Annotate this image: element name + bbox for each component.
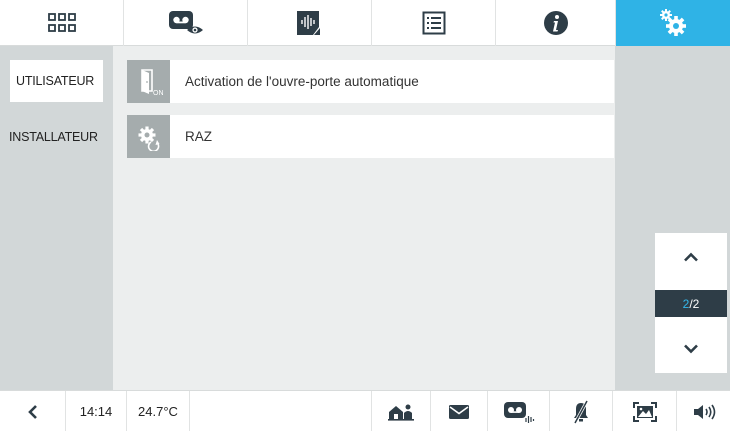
top-tab-bar bbox=[0, 0, 730, 46]
list-item-raz[interactable]: RAZ bbox=[127, 115, 614, 158]
gear-reset-icon bbox=[127, 115, 170, 158]
page-indicator: 2/2 bbox=[655, 290, 727, 317]
list-item-label: RAZ bbox=[185, 129, 212, 144]
page-up-button[interactable] bbox=[655, 233, 727, 281]
volume-button[interactable] bbox=[677, 391, 730, 431]
sidebar-item-utilisateur[interactable]: UTILISATEUR bbox=[10, 60, 103, 102]
videomail-view-icon bbox=[168, 11, 203, 34]
tab-settings[interactable] bbox=[616, 0, 730, 46]
picture-frame-icon bbox=[632, 401, 657, 422]
videomail-button[interactable] bbox=[488, 391, 550, 431]
tab-info[interactable] bbox=[496, 0, 616, 46]
clock-time: 14:14 bbox=[79, 404, 113, 419]
sidebar-item-installateur[interactable]: INSTALLATEUR bbox=[9, 116, 103, 158]
tab-audio-memo[interactable] bbox=[248, 0, 372, 46]
list-icon bbox=[422, 11, 445, 35]
page-current: 2 bbox=[682, 296, 690, 311]
sidebar-item-label: INSTALLATEUR bbox=[9, 130, 98, 144]
chevron-down-icon bbox=[684, 344, 698, 354]
settings-gears-icon bbox=[660, 9, 686, 36]
tab-list[interactable] bbox=[372, 0, 496, 46]
door-badge-label: ON bbox=[153, 90, 164, 97]
clock: 14:14 bbox=[66, 391, 127, 431]
home-presence-button[interactable] bbox=[372, 391, 431, 431]
audio-memo-icon bbox=[296, 11, 320, 35]
temperature-value: 24.7°C bbox=[138, 404, 178, 419]
door-open-on-icon: ON bbox=[127, 60, 170, 103]
info-icon bbox=[543, 11, 568, 35]
page-down-button[interactable] bbox=[655, 325, 727, 373]
list-item-auto-door-opener[interactable]: ON Activation de l'ouvre-porte automatiq… bbox=[127, 60, 614, 103]
status-bar: 14:14 24.7°C bbox=[0, 390, 730, 431]
sidebar-item-label: UTILISATEUR bbox=[16, 74, 95, 88]
grid-icon bbox=[47, 13, 76, 32]
mute-bell-icon bbox=[573, 399, 589, 424]
tab-home-grid[interactable] bbox=[0, 0, 124, 46]
mail-icon bbox=[449, 404, 469, 419]
sidebar: UTILISATEUR INSTALLATEUR bbox=[0, 46, 113, 390]
mute-ringer-button[interactable] bbox=[550, 391, 613, 431]
scroll-column: 2/2 bbox=[615, 46, 730, 390]
status-spacer bbox=[190, 391, 372, 431]
page-total: 2 bbox=[692, 296, 700, 311]
back-button[interactable] bbox=[0, 391, 66, 431]
speaker-icon bbox=[693, 404, 715, 419]
pager: 2/2 bbox=[655, 233, 727, 373]
back-arrow-icon bbox=[27, 404, 37, 419]
picture-frame-button[interactable] bbox=[613, 391, 677, 431]
videomail-icon bbox=[503, 401, 534, 423]
home-people-icon bbox=[388, 404, 414, 421]
settings-list: ON Activation de l'ouvre-porte automatiq… bbox=[113, 46, 615, 390]
chevron-up-icon bbox=[684, 252, 698, 262]
messages-button[interactable] bbox=[431, 391, 488, 431]
tab-video-memo[interactable] bbox=[124, 0, 248, 46]
temperature: 24.7°C bbox=[127, 391, 190, 431]
list-item-label: Activation de l'ouvre-porte automatique bbox=[185, 74, 419, 89]
